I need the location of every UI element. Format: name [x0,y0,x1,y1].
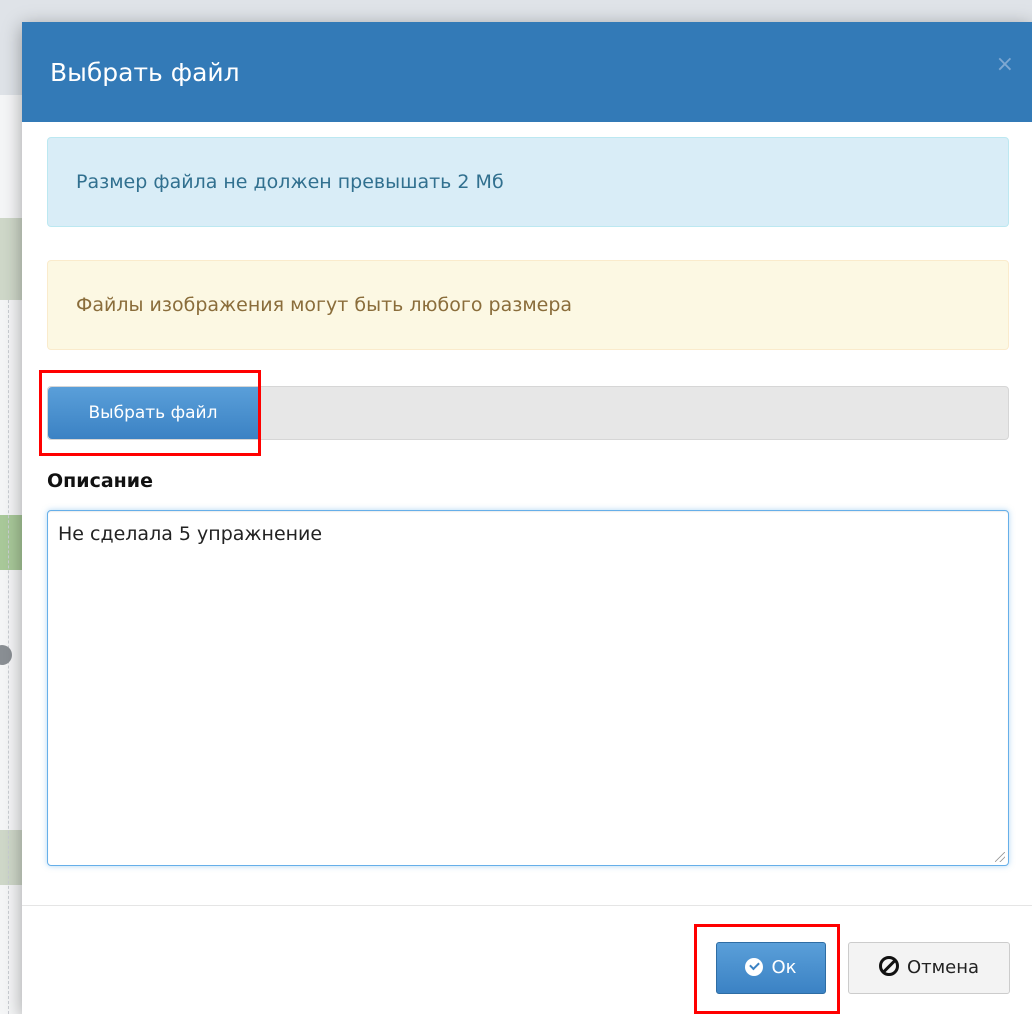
resize-grip-icon[interactable] [995,852,1005,862]
ban-icon [878,956,899,976]
close-button[interactable]: × [996,52,1014,77]
file-size-info-alert: Размер файла не должен превышать 2 Мб [47,137,1009,227]
footer-divider [22,905,1032,906]
dialog-title: Выбрать файл [50,58,240,87]
cancel-button-label: Отмена [906,957,980,978]
description-label: Описание [47,470,154,492]
description-textarea[interactable]: Не сделала 5 упражнение [47,510,1009,866]
ok-highlight-frame [694,924,840,1014]
image-size-warning-alert: Файлы изображения могут быть любого разм… [47,260,1009,350]
file-dialog: Выбрать файл × Размер файла не должен пр… [22,22,1032,1014]
dialog-header: Выбрать файл × [22,22,1032,122]
choose-file-highlight-frame [39,370,261,456]
cancel-button[interactable]: Отмена [848,942,1010,994]
description-text: Не сделала 5 упражнение [58,523,323,545]
